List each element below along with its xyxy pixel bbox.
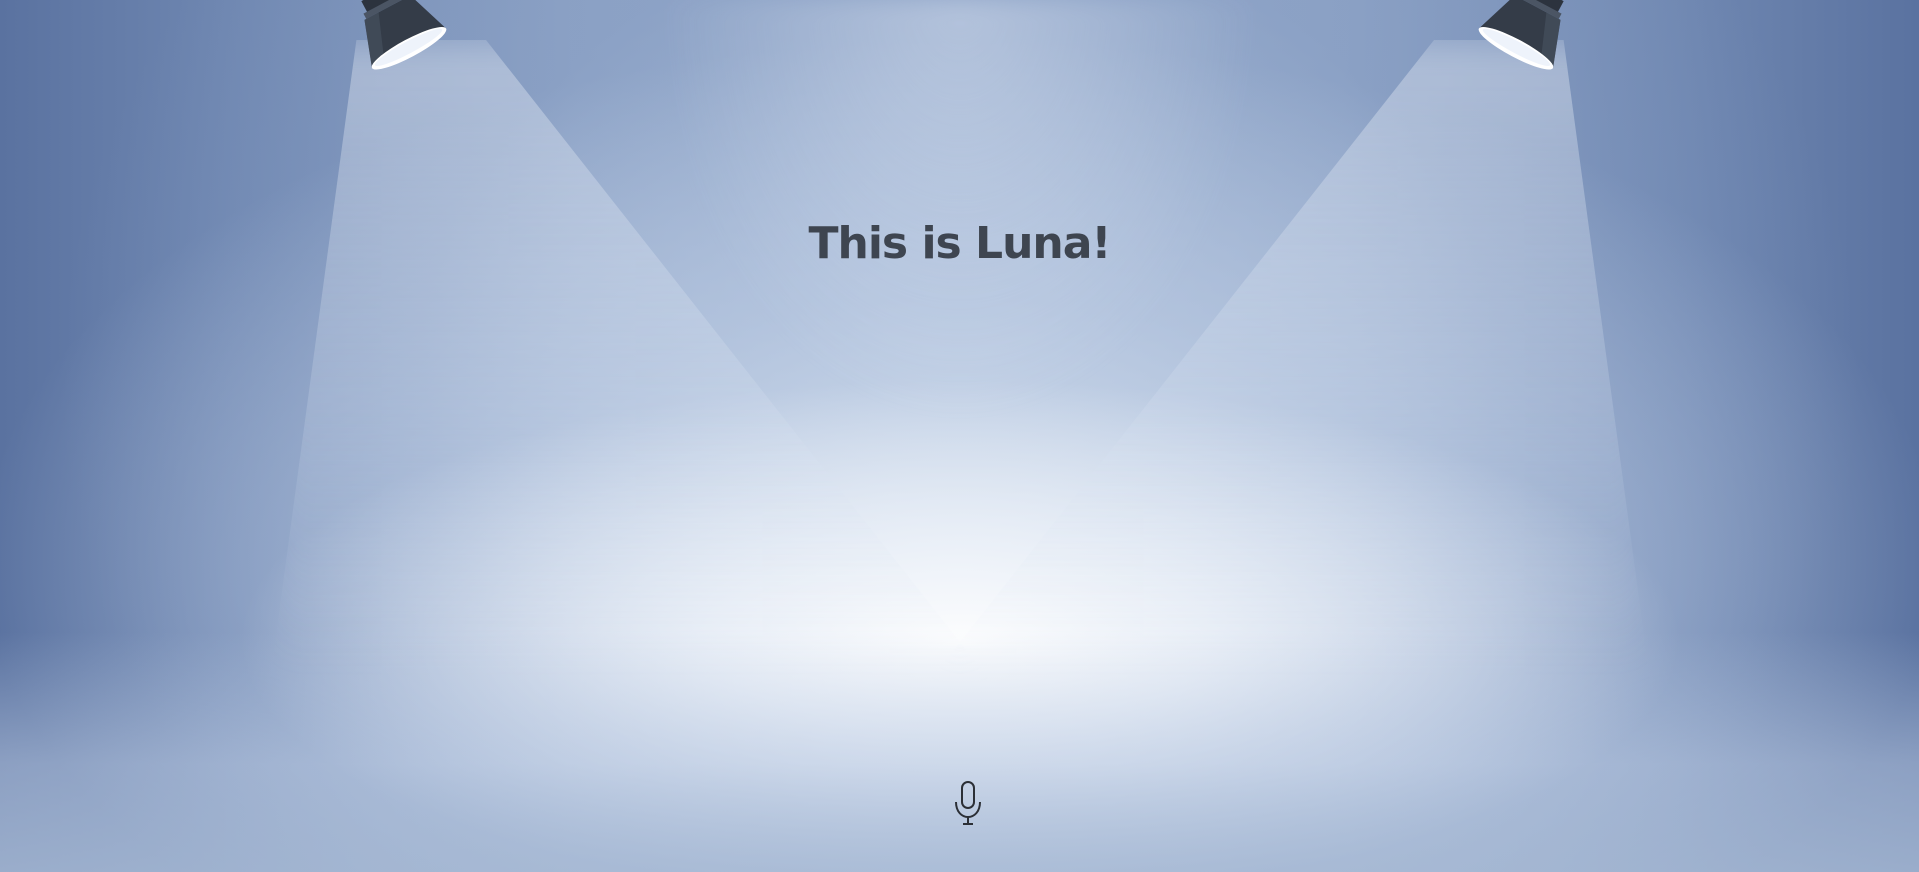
- microphone-icon: [955, 781, 981, 825]
- left-spotlight-icon: [361, 0, 447, 70]
- page-title: This is Luna!: [808, 218, 1112, 269]
- floor-glow: [0, 632, 1919, 872]
- right-spotlight-icon: [1478, 0, 1564, 70]
- microphone-button[interactable]: [948, 778, 988, 828]
- stage-background: This is Luna!: [0, 0, 1919, 872]
